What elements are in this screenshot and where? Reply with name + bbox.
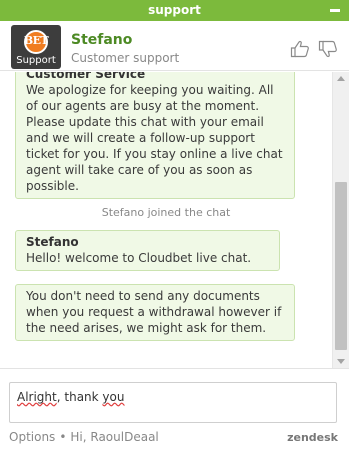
- minimize-icon[interactable]: [330, 9, 340, 12]
- window-title: support: [148, 3, 201, 17]
- message-sender: Customer Service: [26, 72, 146, 81]
- agent-role: Customer support: [71, 51, 180, 65]
- avatar-logo-subtitle: Support: [16, 55, 56, 66]
- message-input[interactable]: Alright, thank you: [9, 382, 337, 423]
- input-text: , thank: [56, 390, 103, 404]
- chat-titlebar[interactable]: support: [0, 0, 349, 21]
- chat-message: You don't need to send any documents whe…: [15, 284, 295, 341]
- thumbs-up-icon[interactable]: [290, 40, 310, 58]
- zendesk-logo[interactable]: zendesk: [287, 431, 338, 444]
- chat-message: Stefano Hello! welcome to Cloudbet live …: [15, 230, 280, 271]
- options-link[interactable]: Options: [9, 430, 55, 444]
- input-word-misspelled: Alright: [17, 390, 57, 404]
- chat-scrollbar[interactable]: [332, 72, 349, 368]
- agent-header: BET Support Stefano Customer support: [0, 21, 349, 71]
- scroll-up-arrow-icon[interactable]: [337, 76, 345, 81]
- message-text: Hello! welcome to Cloudbet live chat.: [26, 251, 252, 265]
- footer-separator: •: [59, 430, 67, 444]
- chat-message: Customer Service We apologize for keepin…: [15, 72, 295, 199]
- message-sender: Stefano: [26, 235, 79, 249]
- system-message: Stefano joined the chat: [101, 206, 231, 219]
- scroll-thumb[interactable]: [335, 182, 347, 350]
- visitor-greeting[interactable]: Hi, RaoulDeaal: [70, 430, 158, 444]
- input-word-misspelled: you: [102, 390, 125, 404]
- footer-left: Options • Hi, RaoulDeaal: [9, 430, 159, 444]
- avatar-logo-text: BET: [23, 34, 49, 47]
- composer: Alright, thank you Options • Hi, RaoulDeaa…: [0, 368, 349, 449]
- chat-log[interactable]: Customer Service We apologize for keepin…: [0, 72, 349, 368]
- message-text: You don't need to send any documents whe…: [26, 289, 282, 335]
- message-text: We apologize for keeping you waiting. Al…: [26, 83, 283, 193]
- thumbs-down-icon[interactable]: [318, 40, 338, 58]
- agent-name: Stefano: [71, 32, 133, 48]
- avatar: BET Support: [11, 25, 61, 69]
- scroll-down-arrow-icon[interactable]: [337, 359, 345, 364]
